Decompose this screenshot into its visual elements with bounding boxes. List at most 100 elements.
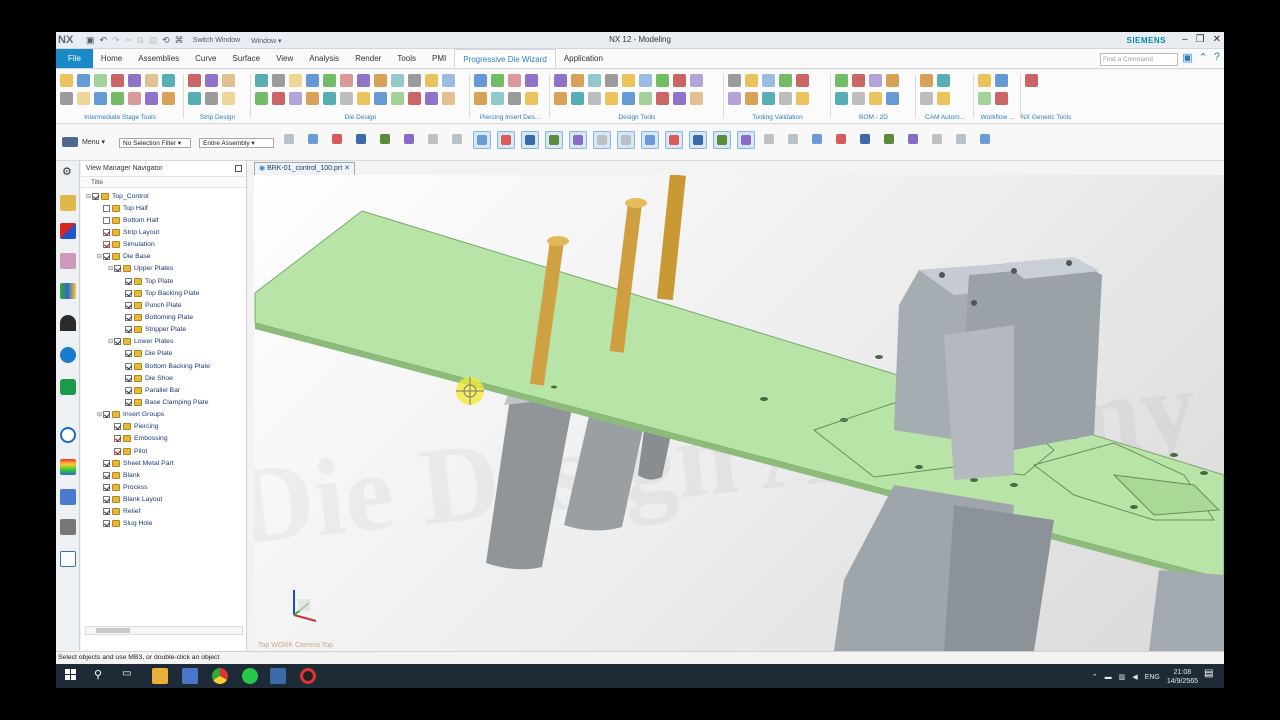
ribbon-command-icon[interactable]	[128, 74, 141, 87]
visibility-checkbox[interactable]	[103, 216, 110, 224]
tree-node[interactable]: Top Half	[81, 202, 246, 214]
ribbon-command-icon[interactable]	[323, 74, 336, 87]
selection-tool-icon[interactable]	[401, 131, 419, 149]
ribbon-command-icon[interactable]	[408, 74, 421, 87]
tree-node[interactable]: ⊟ Insert Groups	[81, 409, 246, 421]
ribbon-command-icon[interactable]	[995, 74, 1008, 87]
ribbon-command-icon[interactable]	[937, 74, 950, 87]
tree-node[interactable]: Top Backing Plate	[81, 287, 246, 299]
visibility-checkbox[interactable]	[114, 265, 121, 273]
visibility-checkbox[interactable]	[103, 471, 110, 479]
selection-tool-icon[interactable]	[977, 131, 995, 149]
show-hidden-icons-icon[interactable]: ⌃	[1092, 673, 1098, 681]
tab-pmi[interactable]: PMI	[424, 49, 454, 68]
tree-node[interactable]: Simulation	[81, 239, 246, 251]
ribbon-command-icon[interactable]	[920, 74, 933, 87]
tree-node[interactable]: ⊟ Die Base	[81, 251, 246, 263]
selection-tool-icon[interactable]	[497, 131, 515, 149]
task-view-icon[interactable]: ▭	[122, 668, 138, 684]
history-clock-icon[interactable]	[60, 427, 76, 443]
tree-node[interactable]: Piercing	[81, 421, 246, 433]
ribbon-command-icon[interactable]	[508, 92, 521, 105]
tree-node[interactable]: Die Plate	[81, 348, 246, 360]
ribbon-command-icon[interactable]	[111, 92, 124, 105]
visibility-checkbox[interactable]	[103, 508, 110, 516]
restore-button[interactable]: ❐	[1196, 34, 1205, 45]
tree-node[interactable]: Base Clamping Plate	[81, 396, 246, 408]
ribbon-group-label[interactable]: Intermediate Stage Tools	[56, 114, 184, 121]
ribbon-command-icon[interactable]	[835, 92, 848, 105]
visibility-checkbox[interactable]	[114, 447, 121, 455]
tree-expand-toggle[interactable]: ⊟	[107, 338, 114, 345]
roles-icon[interactable]	[60, 519, 76, 535]
hd3d-tools-icon[interactable]	[60, 347, 76, 363]
tree-node[interactable]: Process	[81, 481, 246, 493]
visibility-checkbox[interactable]	[125, 362, 132, 370]
ribbon-command-icon[interactable]	[306, 92, 319, 105]
selection-filter-select[interactable]: No Selection Filter ▾	[119, 138, 191, 148]
minimize-button[interactable]: –	[1182, 34, 1188, 45]
ribbon-group-label[interactable]: BOM - 2D	[831, 114, 916, 121]
find-command-input[interactable]: Find a Command	[1100, 53, 1178, 66]
ribbon-command-icon[interactable]	[205, 92, 218, 105]
tree-node[interactable]: Bottom Half	[81, 214, 246, 226]
view-manager-icon[interactable]	[60, 315, 76, 331]
visibility-checkbox[interactable]	[125, 313, 132, 321]
tree-node[interactable]: ⊟ Lower Plates	[81, 336, 246, 348]
tree-node[interactable]: Blank Layout	[81, 494, 246, 506]
ribbon-command-icon[interactable]	[639, 92, 652, 105]
ribbon-group-label[interactable]: Design Tools	[550, 114, 724, 121]
ribbon-command-icon[interactable]	[673, 74, 686, 87]
ribbon-command-icon[interactable]	[588, 92, 601, 105]
ribbon-command-icon[interactable]	[442, 74, 455, 87]
navigator-minimize-button[interactable]	[235, 165, 242, 172]
ribbon-command-icon[interactable]	[306, 74, 319, 87]
ribbon-command-icon[interactable]	[554, 74, 567, 87]
visibility-checkbox[interactable]	[103, 253, 110, 261]
help-icon[interactable]: ?	[1214, 51, 1220, 64]
menu-button[interactable]: Menu ▾	[62, 137, 105, 147]
ribbon-command-icon[interactable]	[128, 92, 141, 105]
visibility-checkbox[interactable]	[114, 435, 121, 443]
ribbon-command-icon[interactable]	[779, 74, 792, 87]
ribbon-command-icon[interactable]	[162, 92, 175, 105]
tab-surface[interactable]: Surface	[224, 49, 268, 68]
selection-tool-icon[interactable]	[473, 131, 491, 149]
tree-node[interactable]: ⊟ Upper Plates	[81, 263, 246, 275]
volume-icon[interactable]: ◀	[1132, 673, 1137, 681]
visibility-checkbox[interactable]	[103, 241, 110, 249]
selection-tool-icon[interactable]	[641, 131, 659, 149]
ribbon-group-label[interactable]: CAM Autom...	[916, 114, 974, 121]
ribbon-command-icon[interactable]	[745, 74, 758, 87]
column-header-title[interactable]: Title	[81, 177, 246, 188]
process-studio-icon[interactable]	[60, 489, 76, 505]
selection-tool-icon[interactable]	[761, 131, 779, 149]
ribbon-command-icon[interactable]	[978, 92, 991, 105]
ribbon-command-icon[interactable]	[425, 74, 438, 87]
visibility-checkbox[interactable]	[114, 423, 121, 431]
ribbon-group-label[interactable]: Workflow ...	[974, 114, 1021, 121]
ribbon-group-label[interactable]: Piercing Insert Des...	[470, 114, 550, 121]
ribbon-command-icon[interactable]	[869, 92, 882, 105]
ribbon-command-icon[interactable]	[162, 74, 175, 87]
ribbon-command-icon[interactable]	[391, 74, 404, 87]
ribbon-command-icon[interactable]	[639, 74, 652, 87]
tree-node[interactable]: Bottoming Plate	[81, 311, 246, 323]
ribbon-command-icon[interactable]	[762, 92, 775, 105]
language-indicator[interactable]: ENG	[1145, 674, 1160, 681]
ribbon-command-icon[interactable]	[835, 74, 848, 87]
ribbon-command-icon[interactable]	[978, 74, 991, 87]
tree-node[interactable]: Embossing	[81, 433, 246, 445]
ribbon-command-icon[interactable]	[673, 92, 686, 105]
ribbon-command-icon[interactable]	[77, 92, 90, 105]
selection-tool-icon[interactable]	[281, 131, 299, 149]
ribbon-command-icon[interactable]	[188, 74, 201, 87]
tab-view[interactable]: View	[268, 49, 301, 68]
selection-tool-icon[interactable]	[665, 131, 683, 149]
ribbon-command-icon[interactable]	[656, 92, 669, 105]
visibility-checkbox[interactable]	[125, 301, 132, 309]
ribbon-command-icon[interactable]	[145, 92, 158, 105]
selection-tool-icon[interactable]	[329, 131, 347, 149]
tree-node[interactable]: Sheet Metal Part	[81, 457, 246, 469]
ribbon-command-icon[interactable]	[762, 74, 775, 87]
